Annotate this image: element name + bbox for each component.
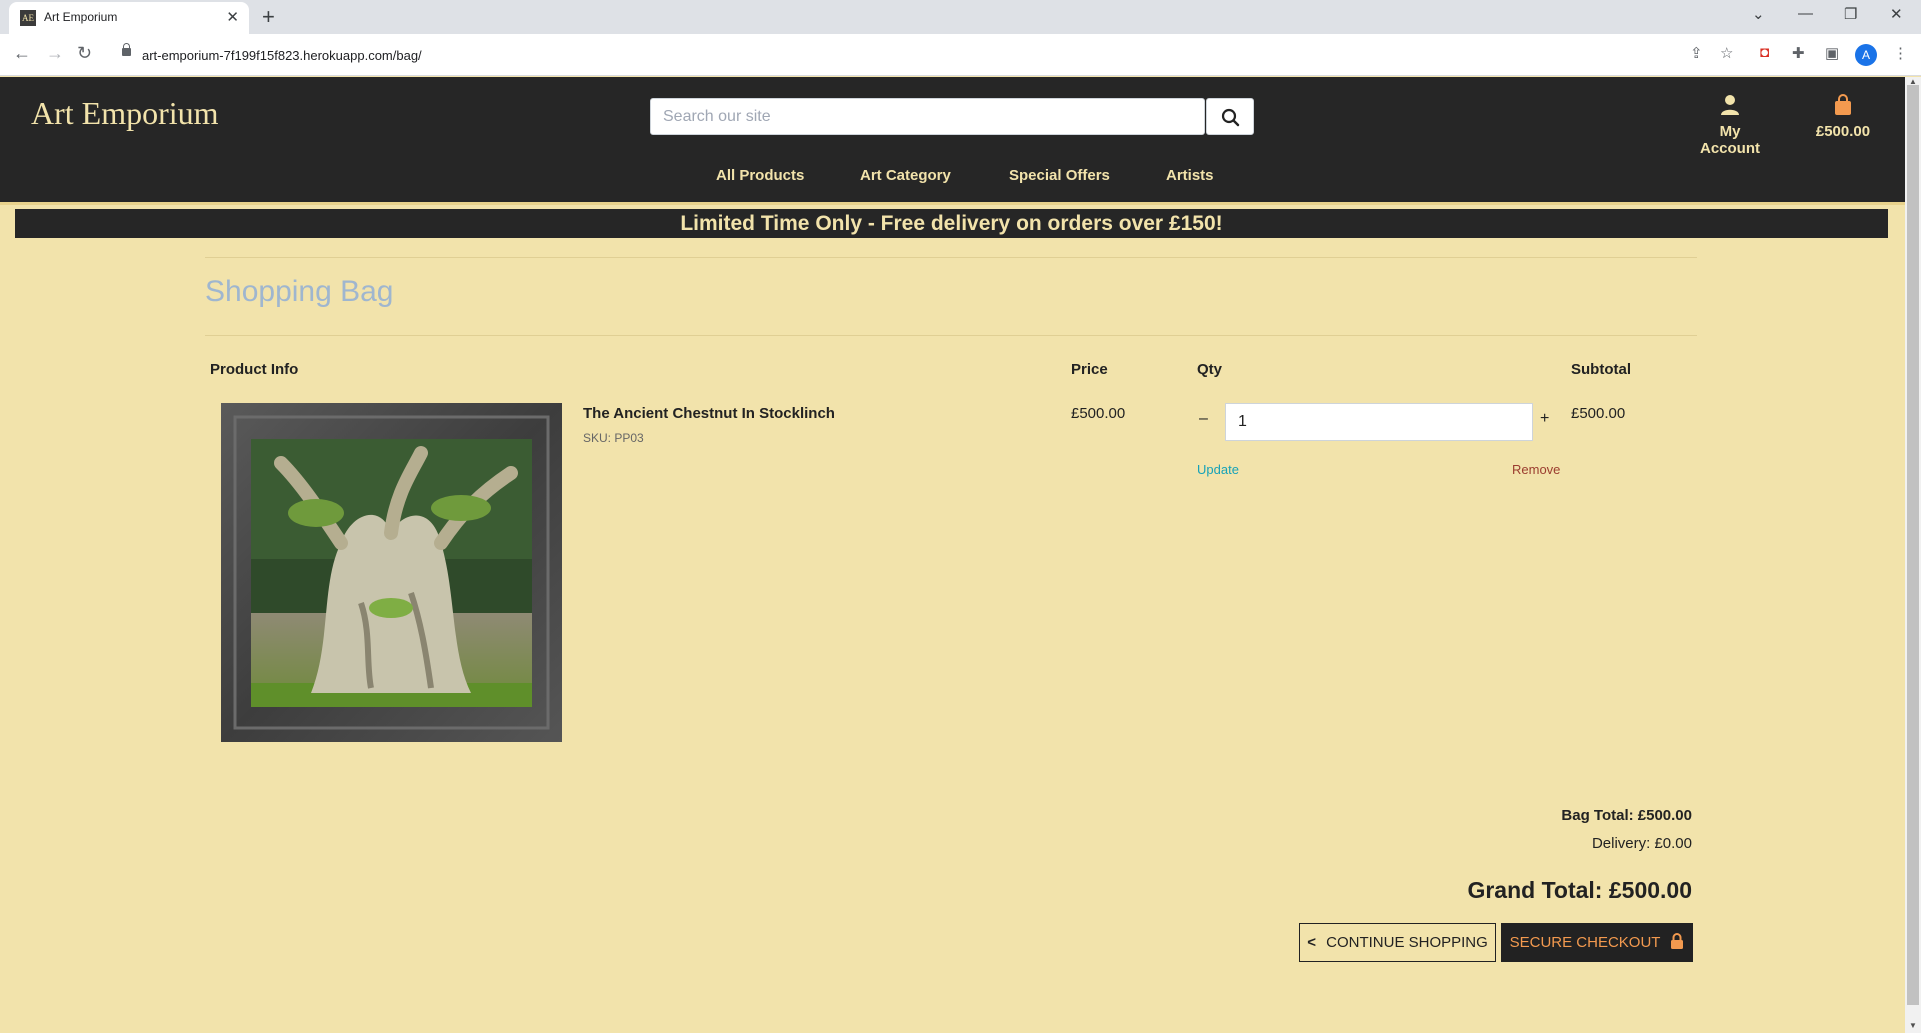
divider	[205, 257, 1697, 258]
product-price: £500.00	[1071, 405, 1126, 422]
my-account-label: My Account	[1700, 123, 1760, 157]
url-text: art-emporium-7f199f15f823.herokuapp.com/…	[142, 48, 422, 63]
search-icon	[1221, 108, 1240, 127]
page-scrollbar[interactable]: ▲ ▼	[1905, 77, 1921, 1033]
extension-shield-icon[interactable]: ◘	[1760, 44, 1769, 61]
chevron-left-icon: <	[1307, 934, 1316, 951]
column-header-subtotal: Subtotal	[1571, 361, 1631, 378]
profile-avatar[interactable]: A	[1855, 44, 1877, 66]
delivery-banner: Limited Time Only - Free delivery on ord…	[15, 209, 1888, 238]
qty-increment-button[interactable]: +	[1540, 410, 1549, 428]
nav-all-products[interactable]: All Products	[716, 167, 804, 184]
nav-art-category[interactable]: Art Category	[860, 167, 951, 184]
lock-icon	[122, 43, 131, 56]
side-panel-icon[interactable]: ▣	[1825, 44, 1839, 62]
delivery-cost: Delivery: £0.00	[1591, 835, 1692, 852]
column-header-price: Price	[1071, 361, 1108, 378]
lock-icon	[1671, 933, 1684, 949]
main-nav: All Products Art Category Special Offers…	[0, 167, 1905, 193]
scroll-down-icon[interactable]: ▼	[1909, 1021, 1917, 1030]
browser-tab-bar: AE Art Emporium ✕ + ⌄ — ❐ ✕	[0, 0, 1921, 34]
back-icon[interactable]: ←	[13, 43, 31, 64]
reload-icon[interactable]: ↻	[77, 43, 92, 64]
new-tab-icon[interactable]: +	[262, 4, 275, 30]
tab-close-icon[interactable]: ✕	[226, 8, 239, 26]
divider	[205, 335, 1697, 336]
browser-tab[interactable]: AE Art Emporium ✕	[9, 2, 249, 34]
bag-total: Bag Total: £500.00	[1561, 807, 1692, 824]
bag-total-amount: £500.00	[1815, 123, 1871, 140]
nav-special-offers[interactable]: Special Offers	[1009, 167, 1110, 184]
update-link[interactable]: Update	[1197, 462, 1239, 477]
scrollbar-thumb[interactable]	[1907, 85, 1919, 1005]
forward-icon[interactable]: →	[46, 43, 64, 64]
share-icon[interactable]: ⇪	[1690, 44, 1703, 62]
address-bar[interactable]: art-emporium-7f199f15f823.herokuapp.com/…	[112, 40, 1882, 70]
search-box	[650, 98, 1205, 135]
favicon-icon: AE	[20, 10, 36, 26]
column-header-qty: Qty	[1197, 361, 1223, 378]
continue-shopping-button[interactable]: < CONTINUE SHOPPING	[1299, 923, 1496, 962]
item-subtotal: £500.00	[1571, 405, 1626, 422]
browser-toolbar: ← → ↻ art-emporium-7f199f15f823.herokuap…	[0, 34, 1921, 76]
continue-shopping-label: CONTINUE SHOPPING	[1326, 934, 1488, 951]
product-name[interactable]: The Ancient Chestnut In Stocklinch	[583, 405, 835, 422]
window-close-icon[interactable]: ✕	[1890, 5, 1903, 23]
column-header-product: Product Info	[210, 361, 299, 378]
extensions-puzzle-icon[interactable]: ✚	[1792, 44, 1805, 62]
shopping-bag-icon	[1835, 94, 1851, 115]
product-image	[221, 403, 562, 742]
nav-artists[interactable]: Artists	[1166, 167, 1214, 184]
bookmark-star-icon[interactable]: ☆	[1720, 44, 1733, 62]
search-input[interactable]	[651, 99, 1205, 134]
browser-menu-icon[interactable]: ⋮	[1893, 44, 1908, 62]
user-icon	[1721, 95, 1739, 115]
secure-checkout-button[interactable]: SECURE CHECKOUT	[1501, 923, 1693, 962]
secure-checkout-label: SECURE CHECKOUT	[1509, 934, 1661, 951]
search-button[interactable]	[1206, 98, 1254, 135]
product-sku: SKU: PP03	[583, 431, 644, 445]
page-viewport: Art Emporium My Account £500.00	[0, 77, 1905, 1033]
site-header: Art Emporium My Account £500.00	[0, 77, 1905, 205]
tab-search-icon[interactable]: ⌄	[1752, 5, 1765, 23]
tab-title: Art Emporium	[44, 10, 118, 24]
grand-total: Grand Total: £500.00	[1467, 877, 1692, 903]
page-title: Shopping Bag	[205, 275, 394, 308]
minimize-icon[interactable]: —	[1798, 5, 1813, 22]
qty-decrement-button[interactable]: –	[1199, 410, 1208, 428]
shopping-bag-link[interactable]: £500.00	[1810, 94, 1876, 140]
restore-icon[interactable]: ❐	[1844, 5, 1857, 23]
site-logo[interactable]: Art Emporium	[31, 95, 219, 132]
qty-input[interactable]	[1225, 403, 1533, 441]
my-account-link[interactable]: My Account	[1690, 94, 1770, 157]
remove-link[interactable]: Remove	[1512, 462, 1560, 477]
